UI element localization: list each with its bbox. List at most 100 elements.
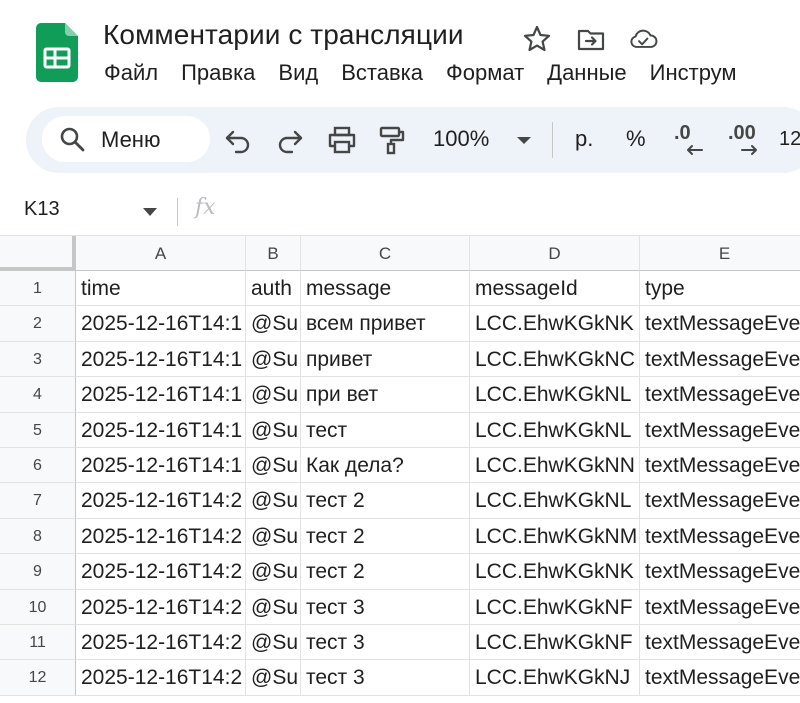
redo-icon[interactable] (274, 124, 306, 156)
row-header[interactable]: 3 (0, 341, 76, 378)
table-cell[interactable]: @Su (246, 554, 301, 590)
table-cell[interactable]: 2025-12-16T14:1 (76, 306, 246, 342)
row-header[interactable]: 8 (0, 518, 76, 555)
table-cell[interactable]: тест 2 (301, 554, 470, 590)
table-cell[interactable]: 2025-12-16T14:1 (76, 412, 246, 448)
table-cell[interactable]: @Su (246, 660, 301, 696)
table-cell[interactable]: Как дела? (301, 448, 470, 484)
table-cell[interactable]: тест 2 (301, 483, 470, 519)
table-cell[interactable]: LCC.EhwKGkNF (470, 625, 640, 661)
table-cell[interactable]: @Su (246, 589, 301, 625)
table-cell[interactable]: @Su (246, 483, 301, 519)
table-cell[interactable]: textMessageEve (640, 589, 800, 625)
zoom-value[interactable]: 100% (433, 126, 489, 152)
header-cell[interactable]: auth (246, 271, 301, 307)
select-all-corner[interactable] (0, 236, 76, 271)
table-cell[interactable]: LCC.EhwKGkNK (470, 306, 640, 342)
header-cell[interactable]: messageId (470, 271, 640, 307)
table-cell[interactable]: 2025-12-16T14:2 (76, 554, 246, 590)
table-cell[interactable]: LCC.EhwKGkNL (470, 412, 640, 448)
menu-format[interactable]: Формат (446, 60, 524, 86)
table-cell[interactable]: тест 3 (301, 625, 470, 661)
table-cell[interactable]: @Su (246, 377, 301, 413)
menu-insert[interactable]: Вставка (341, 60, 423, 86)
header-cell[interactable]: time (76, 271, 246, 307)
table-cell[interactable]: textMessageEve (640, 306, 800, 342)
table-cell[interactable]: LCC.EhwKGkNM (470, 518, 640, 555)
row-header[interactable]: 7 (0, 483, 76, 519)
table-cell[interactable]: тест (301, 412, 470, 448)
table-cell[interactable]: при вет (301, 377, 470, 413)
cloud-saved-icon[interactable] (628, 24, 658, 54)
row-header[interactable]: 4 (0, 377, 76, 413)
table-cell[interactable]: тест 3 (301, 589, 470, 625)
menu-file[interactable]: Файл (104, 60, 158, 86)
table-cell[interactable]: @Su (246, 412, 301, 448)
table-cell[interactable]: 2025-12-16T14:2 (76, 625, 246, 661)
table-cell[interactable]: LCC.EhwKGkNN (470, 448, 640, 484)
table-cell[interactable]: LCC.EhwKGkNL (470, 483, 640, 519)
star-icon[interactable] (522, 24, 552, 54)
table-cell[interactable]: @Su (246, 448, 301, 484)
header-cell[interactable]: type (640, 271, 800, 307)
formula-input[interactable] (235, 198, 795, 226)
print-icon[interactable] (326, 124, 358, 156)
table-cell[interactable]: 2025-12-16T14:2 (76, 483, 246, 519)
table-cell[interactable]: textMessageEve (640, 483, 800, 519)
column-header-c[interactable]: C (301, 236, 470, 271)
menu-view[interactable]: Вид (278, 60, 318, 86)
table-cell[interactable]: 2025-12-16T14:2 (76, 660, 246, 696)
row-header[interactable]: 1 (0, 271, 76, 307)
header-cell[interactable]: message (301, 271, 470, 307)
table-cell[interactable]: textMessageEve (640, 412, 800, 448)
column-header-a[interactable]: A (76, 236, 246, 271)
row-header[interactable]: 5 (0, 412, 76, 448)
font-size-button[interactable]: 12 (779, 128, 800, 151)
column-header-d[interactable]: D (470, 236, 640, 271)
column-header-b[interactable]: B (246, 236, 301, 271)
table-cell[interactable]: textMessageEve (640, 377, 800, 413)
paint-format-icon[interactable] (376, 124, 408, 156)
sheets-logo-icon[interactable] (36, 23, 78, 82)
row-header[interactable]: 12 (0, 660, 76, 696)
table-cell[interactable]: textMessageEve (640, 554, 800, 590)
decrease-decimal-button[interactable]: .0 (672, 120, 708, 160)
row-header[interactable]: 6 (0, 448, 76, 484)
menu-search-button[interactable]: Меню (42, 116, 210, 162)
table-cell[interactable]: 2025-12-16T14:2 (76, 518, 246, 555)
currency-format-button[interactable]: р. (575, 126, 593, 152)
table-cell[interactable]: textMessageEve (640, 448, 800, 484)
move-to-folder-icon[interactable] (576, 24, 606, 54)
row-header[interactable]: 11 (0, 625, 76, 661)
menu-data[interactable]: Данные (547, 60, 626, 86)
table-cell[interactable]: привет (301, 341, 470, 378)
table-cell[interactable]: тест 2 (301, 518, 470, 555)
table-cell[interactable]: @Su (246, 518, 301, 555)
document-title[interactable]: Комментарии с трансляции (103, 19, 464, 51)
row-header[interactable]: 10 (0, 589, 76, 625)
table-cell[interactable]: LCC.EhwKGkNC (470, 341, 640, 378)
table-cell[interactable]: LCC.EhwKGkNL (470, 377, 640, 413)
table-cell[interactable]: @Su (246, 625, 301, 661)
undo-icon[interactable] (222, 124, 254, 156)
percent-format-button[interactable]: % (626, 126, 646, 152)
menu-edit[interactable]: Правка (181, 60, 255, 86)
increase-decimal-button[interactable]: .00 (726, 120, 766, 160)
table-cell[interactable]: LCC.EhwKGkNK (470, 554, 640, 590)
table-cell[interactable]: 2025-12-16T14:2 (76, 589, 246, 625)
table-cell[interactable]: 2025-12-16T14:1 (76, 377, 246, 413)
table-cell[interactable]: textMessageEve (640, 518, 800, 555)
menu-tools[interactable]: Инструм (650, 60, 737, 86)
table-cell[interactable]: @Su (246, 341, 301, 378)
table-cell[interactable]: textMessageEve (640, 625, 800, 661)
table-cell[interactable]: 2025-12-16T14:1 (76, 448, 246, 484)
table-cell[interactable]: @Su (246, 306, 301, 342)
table-cell[interactable]: textMessageEve (640, 660, 800, 696)
row-header[interactable]: 9 (0, 554, 76, 590)
row-header[interactable]: 2 (0, 306, 76, 342)
name-box-dropdown-icon[interactable] (141, 206, 159, 218)
name-box[interactable]: K13 (24, 198, 60, 221)
zoom-dropdown-icon[interactable] (511, 127, 537, 153)
table-cell[interactable]: LCC.EhwKGkNF (470, 589, 640, 625)
table-cell[interactable]: всем привет (301, 306, 470, 342)
